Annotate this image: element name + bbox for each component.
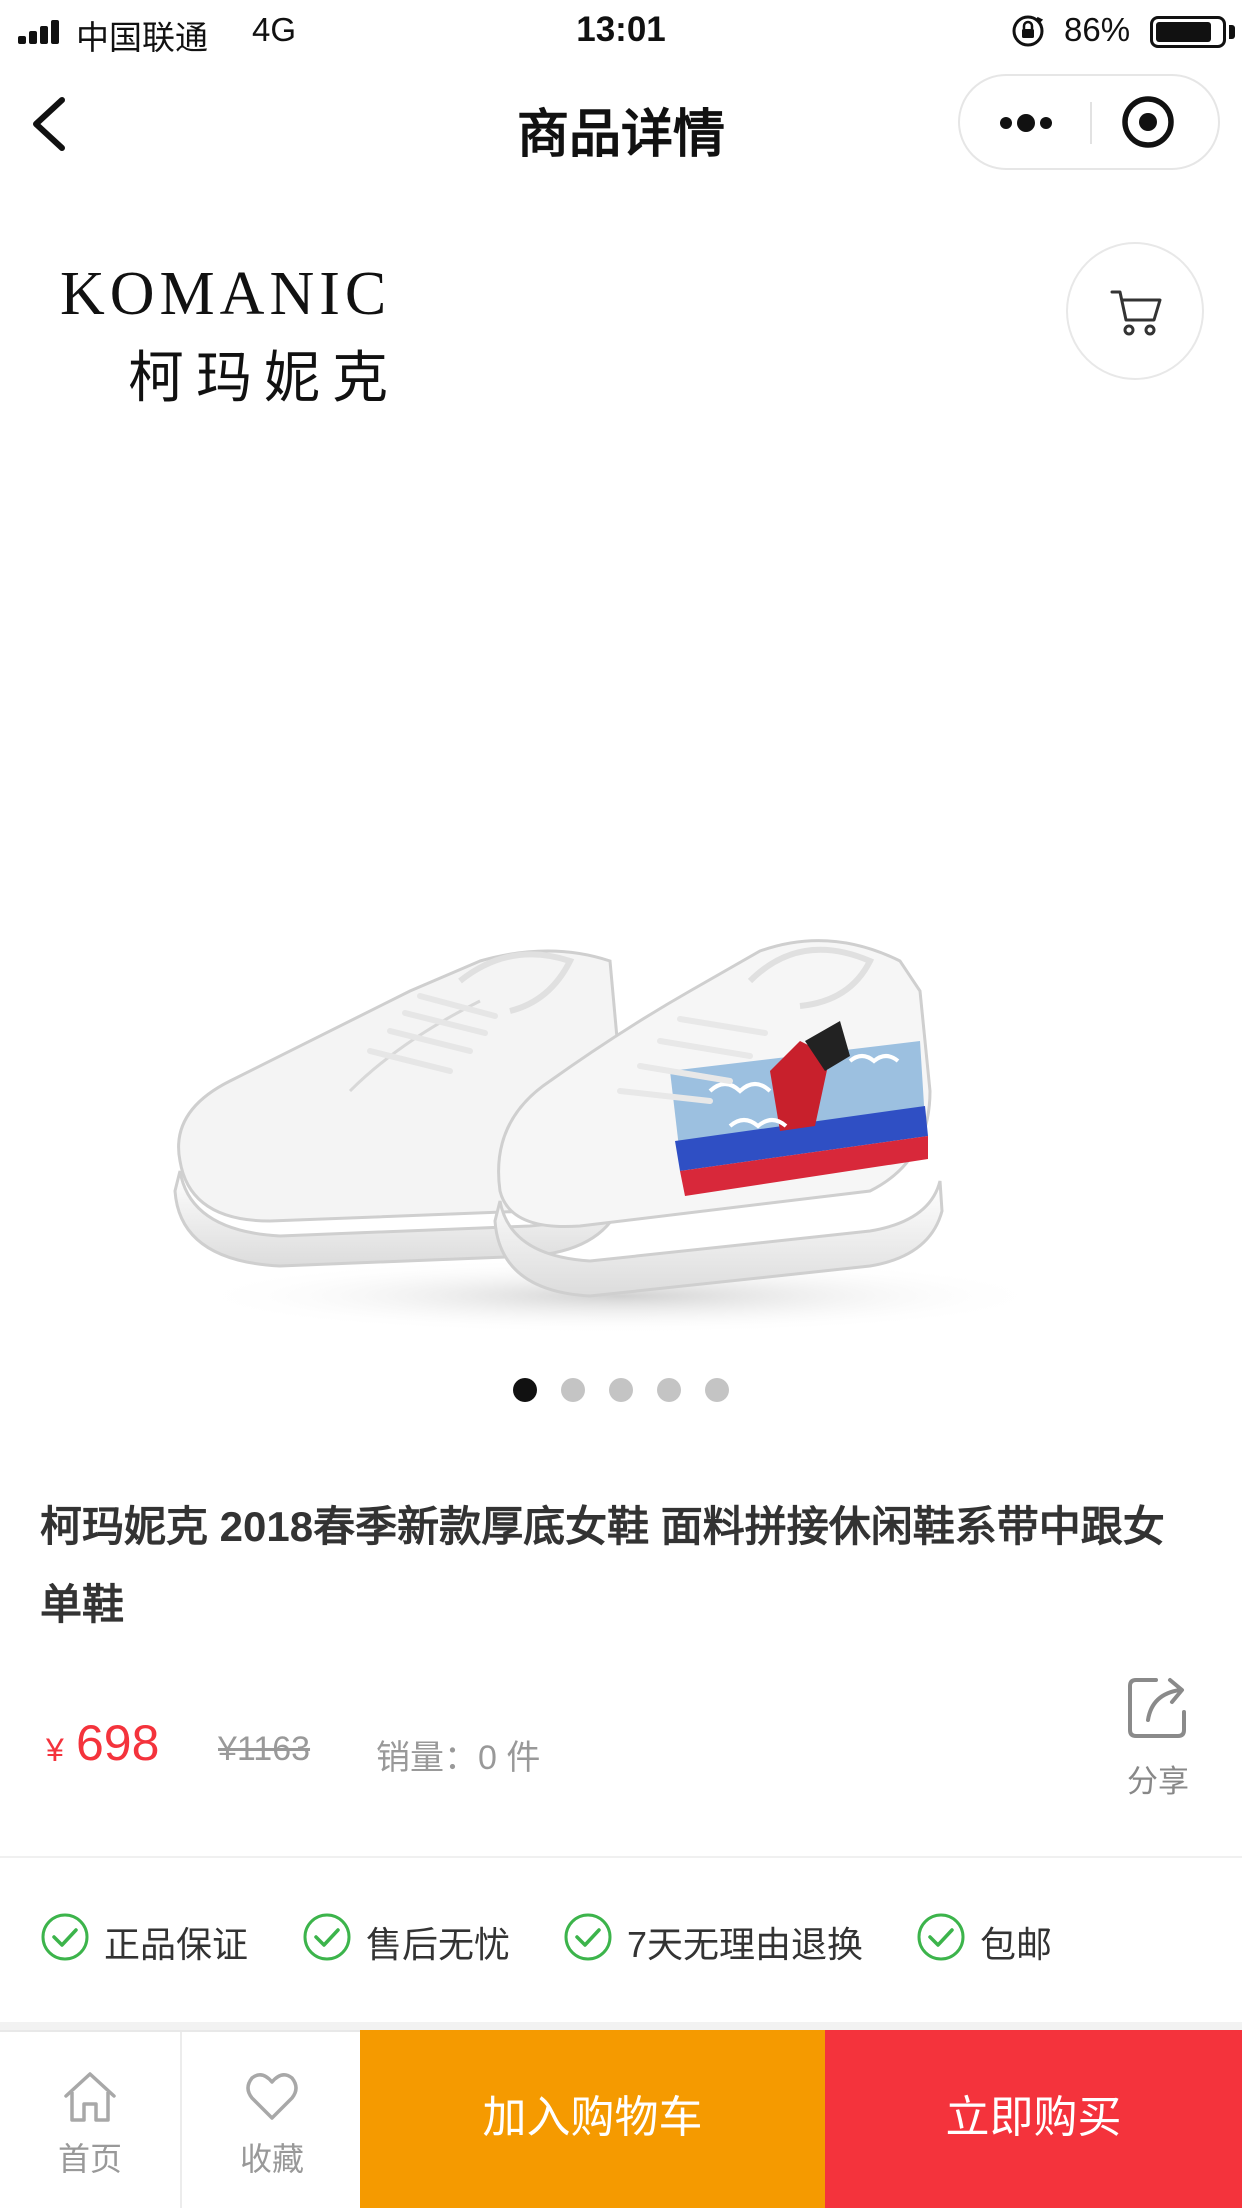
favorite-button[interactable]: 收藏 — [182, 2032, 362, 2208]
share-button[interactable]: 分享 — [1110, 1668, 1206, 1799]
check-circle-icon — [303, 1913, 351, 1961]
cart-button[interactable] — [1066, 242, 1204, 380]
slide-dot[interactable] — [513, 1378, 537, 1402]
more-dots-icon — [1040, 117, 1052, 129]
more-dots-icon — [1017, 114, 1035, 132]
brand-name-en: KOMANIC — [60, 260, 392, 328]
section-spacer — [0, 2022, 1242, 2030]
guarantee-label: 售后无忧 — [366, 1924, 511, 1965]
more-button[interactable] — [960, 76, 1090, 168]
currency-symbol: ¥ — [46, 1732, 64, 1768]
check-circle-icon — [41, 1913, 89, 1961]
mini-program-capsule — [958, 74, 1220, 170]
price-row: ¥ 698 ¥1163 销量：0 件 — [40, 1710, 1040, 1780]
slide-dot[interactable] — [657, 1378, 681, 1402]
battery-percent: 86% — [1064, 11, 1131, 48]
heart-icon — [246, 2073, 298, 2120]
rotation-lock-icon — [1012, 15, 1044, 47]
battery-tip — [1229, 25, 1235, 39]
status-time: 13:01 — [576, 10, 666, 49]
guarantee-label: 正品保证 — [104, 1924, 249, 1965]
buy-now-button[interactable]: 立即购买 — [825, 2030, 1242, 2208]
close-button[interactable] — [1092, 76, 1220, 168]
product-title: 柯玛妮克 2018春季新款厚底女鞋 面料拼接休闲鞋系带中跟女单鞋 — [40, 1503, 1165, 1628]
navigation-bar: 商品详情 — [0, 62, 1242, 186]
brand-logo: KOMANIC 柯玛妮克 — [60, 261, 450, 414]
battery-level-fill — [1156, 22, 1211, 42]
slide-dot[interactable] — [705, 1378, 729, 1402]
check-circle-icon — [917, 1913, 965, 1961]
more-dots-icon — [1000, 117, 1012, 129]
battery-icon — [1150, 16, 1226, 48]
original-price: ¥1163 — [218, 1730, 311, 1768]
guarantee-label: 包邮 — [980, 1924, 1053, 1965]
slide-indicator — [0, 1378, 1242, 1404]
target-circle-icon — [1122, 96, 1174, 148]
bottom-action-bar: 首页 收藏 加入购物车 立即购买 — [0, 2030, 1242, 2208]
add-to-cart-button[interactable]: 加入购物车 — [360, 2030, 825, 2208]
status-bar: 中国联通 4G 13:01 86% — [0, 0, 1242, 62]
home-label: 首页 — [57, 2141, 122, 2177]
sales-count: 销量：0 件 — [376, 1739, 541, 1777]
slide-dot[interactable] — [561, 1378, 585, 1402]
shopping-cart-icon — [1110, 290, 1162, 336]
product-image-gallery[interactable]: KOMANIC 柯玛妮克 — [0, 186, 1242, 1441]
home-button[interactable]: 首页 — [0, 2032, 180, 2208]
home-icon — [64, 2072, 116, 2122]
sale-price: 698 — [76, 1715, 160, 1771]
share-icon — [1128, 1678, 1186, 1738]
brand-name-cn: 柯玛妮克 — [128, 348, 400, 410]
slide-dot[interactable] — [609, 1378, 633, 1402]
favorite-label: 收藏 — [239, 2141, 304, 2177]
guarantee-label: 7天无理由退换 — [627, 1924, 864, 1965]
check-circle-icon — [564, 1913, 612, 1961]
product-photo-sneakers — [173, 939, 1050, 1334]
service-guarantees: 正品保证 售后无忧 7天无理由退换 包邮 — [0, 1858, 1242, 2028]
share-label: 分享 — [1127, 1764, 1189, 1799]
